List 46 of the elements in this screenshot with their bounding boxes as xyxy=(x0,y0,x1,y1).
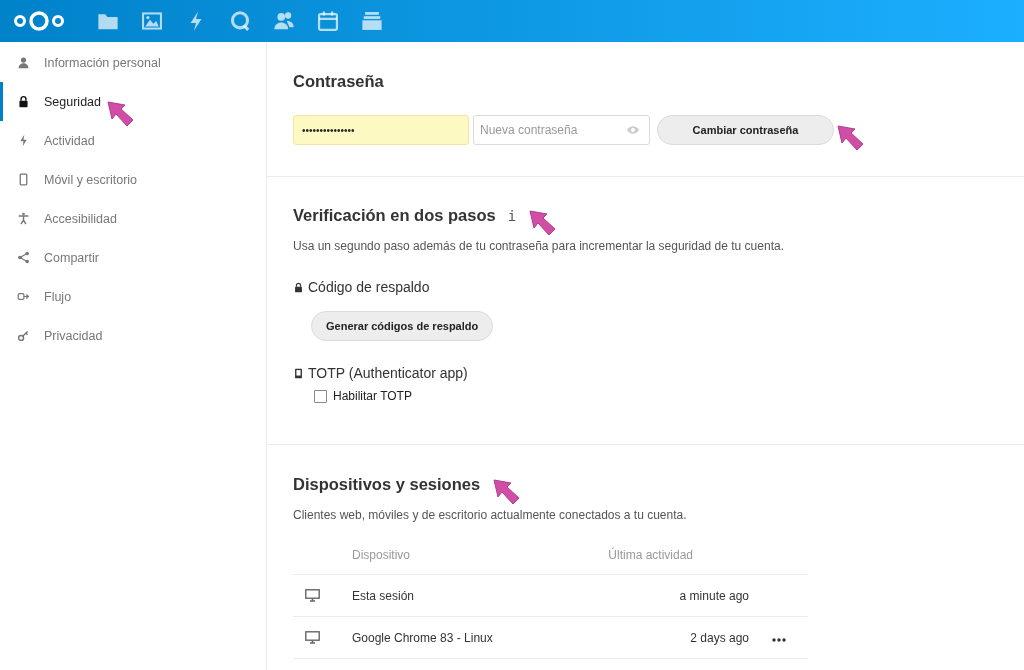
sidebar-item[interactable]: Privacidad xyxy=(0,316,266,355)
table-cell: Esta sesión xyxy=(351,574,551,617)
sidebar-item[interactable]: Móvil y escritorio xyxy=(0,160,266,199)
eye-icon[interactable] xyxy=(626,125,640,135)
table-cell: Google Chrome 83 - Linux xyxy=(351,616,551,659)
person-icon xyxy=(17,56,30,69)
change-password-button[interactable]: Cambiar contraseña xyxy=(657,115,834,145)
lock-icon xyxy=(293,281,304,293)
sidebar-item[interactable]: Flujo xyxy=(0,277,266,316)
section-description: Clientes web, móviles y de escritorio actualmente conectados a tu cuenta. xyxy=(293,508,688,522)
info-glyph[interactable]: i xyxy=(507,208,517,224)
key-icon xyxy=(17,329,30,342)
table-cell: 2 days ago xyxy=(550,616,749,659)
logo-icon[interactable] xyxy=(12,10,66,32)
sidebar-item[interactable]: Compartir xyxy=(0,238,266,277)
monitor-icon xyxy=(305,589,320,602)
more-icon[interactable] xyxy=(771,637,786,642)
accessibility-icon xyxy=(17,212,30,225)
phone-icon xyxy=(17,173,30,186)
calendar-icon[interactable] xyxy=(317,10,339,32)
stack-icon[interactable] xyxy=(361,10,383,32)
current-password-field[interactable]: ••••••••••••••• xyxy=(293,115,469,145)
sidebar-item[interactable]: Información personal xyxy=(0,43,266,82)
subsection-label: TOTP (Authenticator app) xyxy=(308,365,468,381)
new-password-field[interactable]: Nueva contraseña xyxy=(473,115,650,145)
section-title: Dispositivos y sesiones xyxy=(293,475,481,494)
section-title: Verificación en dos pasos xyxy=(293,206,496,225)
sidebar-item[interactable]: Actividad xyxy=(0,121,266,160)
table-cell: a minute ago xyxy=(550,574,749,617)
generate-codes-button[interactable]: Generar códigos de respaldo xyxy=(311,311,494,341)
checkbox-label[interactable]: Habilitar TOTP xyxy=(333,389,412,403)
checkbox[interactable] xyxy=(314,389,327,403)
column-header: Última actividad xyxy=(550,536,749,575)
people-icon[interactable] xyxy=(273,10,295,32)
share-icon xyxy=(17,251,30,264)
flow-icon xyxy=(17,290,30,303)
lock-icon xyxy=(17,95,30,108)
monitor-icon xyxy=(305,631,320,644)
section-title: Contraseña xyxy=(293,72,385,91)
phone-icon xyxy=(293,367,304,379)
section-description: Usa un segundo paso además de tu contraseña para incrementar la seguridad de tu cuenta. xyxy=(293,239,785,253)
image-icon[interactable] xyxy=(141,10,163,32)
subsection-label: Código de respaldo xyxy=(308,279,430,295)
column-header: Dispositivo xyxy=(351,536,551,575)
sidebar-item[interactable]: Accesibilidad xyxy=(0,199,266,238)
speech-bubble-icon[interactable] xyxy=(229,10,251,32)
